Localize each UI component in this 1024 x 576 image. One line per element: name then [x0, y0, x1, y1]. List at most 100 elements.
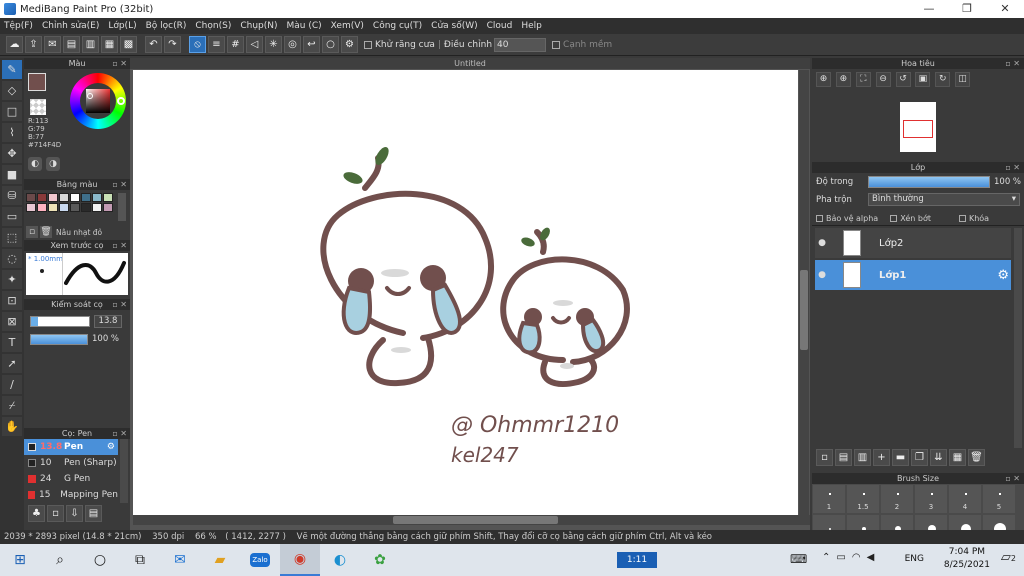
language-indicator[interactable]: ENG	[905, 554, 924, 564]
mail-icon[interactable]: ✉	[160, 544, 200, 576]
brush-list-scrollbar[interactable]	[120, 439, 128, 503]
gradient-tool-icon[interactable]: ▭	[2, 207, 22, 226]
new-8bit-layer-icon[interactable]: ▥	[854, 449, 871, 466]
blend-mode-select[interactable]: Bình thường ▾	[868, 193, 1020, 206]
brush-size-value[interactable]: 13.8	[94, 315, 122, 328]
palette-scrollbar[interactable]	[118, 193, 126, 221]
lasso-tool-icon[interactable]: ◌	[2, 249, 22, 268]
rotate-right-icon[interactable]: ↻	[935, 72, 951, 87]
delete-layer-icon[interactable]: 🗑	[968, 449, 985, 466]
panel-close-icon[interactable]: ▫ ✕	[112, 428, 127, 439]
brush-add-icon[interactable]: ♣	[28, 504, 45, 522]
canvas-horizontal-scrollbar[interactable]	[133, 515, 810, 525]
palette-swatch[interactable]	[92, 193, 102, 202]
clip-checkbox[interactable]	[890, 215, 898, 222]
comment-icon[interactable]: ✉	[44, 36, 61, 53]
new-folder-icon[interactable]: ▬	[892, 449, 909, 466]
brush-size-cell[interactable]: 2	[881, 485, 913, 513]
new-layer-icon[interactable]: ▫	[816, 449, 833, 466]
close-button[interactable]: ✕	[986, 0, 1024, 18]
menu-layer[interactable]: Lớp(L)	[108, 21, 136, 31]
keyboard-icon[interactable]: ⌨	[790, 552, 807, 566]
redo-icon[interactable]: ↷	[164, 36, 181, 53]
curve-snap-icon[interactable]: ↩	[303, 36, 320, 53]
palette-swatch[interactable]	[70, 203, 80, 212]
panel-close-icon[interactable]: ▫ ✕	[1005, 162, 1020, 173]
antialias-checkbox[interactable]	[364, 40, 372, 49]
panel-close-icon[interactable]: ▫ ✕	[112, 58, 127, 69]
divide-tool-icon[interactable]: ∕	[2, 375, 22, 394]
brush-size-cell[interactable]: 5	[983, 485, 1015, 513]
dot-tool-icon[interactable]: ⌇	[2, 123, 22, 142]
brush-list-item-pen[interactable]: 13.8 Pen ⚙	[24, 439, 118, 455]
eyedropper-tool-icon[interactable]: ⌿	[2, 396, 22, 415]
select-eraser-tool-icon[interactable]: ⊠	[2, 312, 22, 331]
menu-window[interactable]: Cửa số(W)	[431, 21, 477, 31]
menu-view[interactable]: Xem(V)	[331, 21, 364, 31]
palette-swatch[interactable]	[59, 193, 69, 202]
palette-swatch[interactable]	[70, 193, 80, 202]
palette-swatch[interactable]	[92, 203, 102, 212]
fit-screen-icon[interactable]: ⛶	[855, 72, 871, 87]
palette-swatch[interactable]	[26, 193, 36, 202]
palette-swatch[interactable]	[59, 203, 69, 212]
notifications-icon[interactable]: ▱2	[1001, 550, 1016, 565]
cloud-icon[interactable]: ☁	[6, 36, 23, 53]
panel-close-icon[interactable]: ▫ ✕	[1005, 58, 1020, 69]
snap-settings-gear-icon[interactable]: ⚙	[341, 36, 358, 53]
navigator-view[interactable]	[812, 90, 1024, 152]
lock-checkbox[interactable]	[958, 215, 966, 222]
system-clock[interactable]: 7:04 PM 8/25/2021	[944, 546, 990, 572]
new-halftone-layer-icon[interactable]: ▤	[835, 449, 852, 466]
battery-icon[interactable]: ▭	[836, 552, 851, 563]
radial-snap-icon[interactable]: ✳	[265, 36, 282, 53]
shape-tool-icon[interactable]: □	[2, 102, 22, 121]
search-icon[interactable]: ⌕	[40, 544, 80, 576]
layer-visibility-icon[interactable]: ●	[815, 270, 829, 280]
parallel-snap-icon[interactable]: ≡	[208, 36, 225, 53]
bucket-tool-icon[interactable]: ⛁	[2, 186, 22, 205]
duplicate-layer-icon[interactable]: ❐	[911, 449, 928, 466]
page-icon[interactable]: ▥	[82, 36, 99, 53]
menu-cloud[interactable]: Cloud	[487, 21, 513, 31]
medibang-icon[interactable]: ✿	[360, 544, 400, 576]
panel-close-icon[interactable]: ▫ ✕	[112, 179, 127, 190]
canvas-vertical-scrollbar[interactable]	[799, 70, 809, 515]
brush-size-cell[interactable]: 3	[915, 485, 947, 513]
eraser-tool-icon[interactable]: ◇	[2, 81, 22, 100]
drawing-canvas[interactable]: @ Ohmmr1210 kel247	[133, 70, 798, 515]
brush-size-cell[interactable]: 1	[813, 485, 845, 513]
flip-icon[interactable]: ◫	[955, 72, 971, 87]
operation-tool-icon[interactable]: ➚	[2, 354, 22, 373]
palette-settings-icon[interactable]: ◐	[28, 157, 42, 171]
chrome-icon[interactable]: ◉	[280, 544, 320, 576]
brush-list-item-mapping-pen[interactable]: 15 Mapping Pen	[24, 487, 118, 503]
actual-size-icon[interactable]: ▣	[915, 72, 931, 87]
layer-opacity-slider[interactable]	[868, 176, 990, 188]
file-explorer-icon[interactable]: ▰	[200, 544, 240, 576]
grid-snap-icon[interactable]: #	[227, 36, 244, 53]
layer-properties-icon[interactable]: ▦	[949, 449, 966, 466]
brush-import-icon[interactable]: ⇩	[66, 504, 83, 522]
menu-select[interactable]: Chọn(S)	[195, 21, 231, 31]
chevron-up-icon[interactable]: ⌃	[822, 552, 836, 563]
palette-swatch[interactable]	[81, 193, 91, 202]
palette-swatch[interactable]	[48, 193, 58, 202]
transparent-color-swatch[interactable]	[30, 99, 46, 115]
cortana-icon[interactable]: ○	[80, 544, 120, 576]
circle-snap-icon[interactable]: ◎	[284, 36, 301, 53]
layer-visibility-icon[interactable]: ●	[815, 238, 829, 248]
panel-close-icon[interactable]: ▫ ✕	[1005, 473, 1020, 484]
windows-start-icon[interactable]: ⊞	[0, 544, 40, 576]
new-swatch-icon[interactable]: ▫	[26, 226, 38, 238]
soft-edge-checkbox[interactable]	[552, 40, 561, 49]
brush-list-item-g-pen[interactable]: 24 G Pen	[24, 471, 118, 487]
edge-icon[interactable]: ◐	[320, 544, 360, 576]
volume-icon[interactable]: ◀	[867, 552, 881, 563]
palette-swatch[interactable]	[103, 193, 113, 202]
brush-list-item-pen-sharp[interactable]: 10 Pen (Sharp)	[24, 455, 118, 471]
menu-color[interactable]: Màu (C)	[287, 21, 322, 31]
menu-tools[interactable]: Công cụ(T)	[373, 21, 422, 31]
move-tool-icon[interactable]: ✥	[2, 144, 22, 163]
palette-swatch[interactable]	[37, 193, 47, 202]
